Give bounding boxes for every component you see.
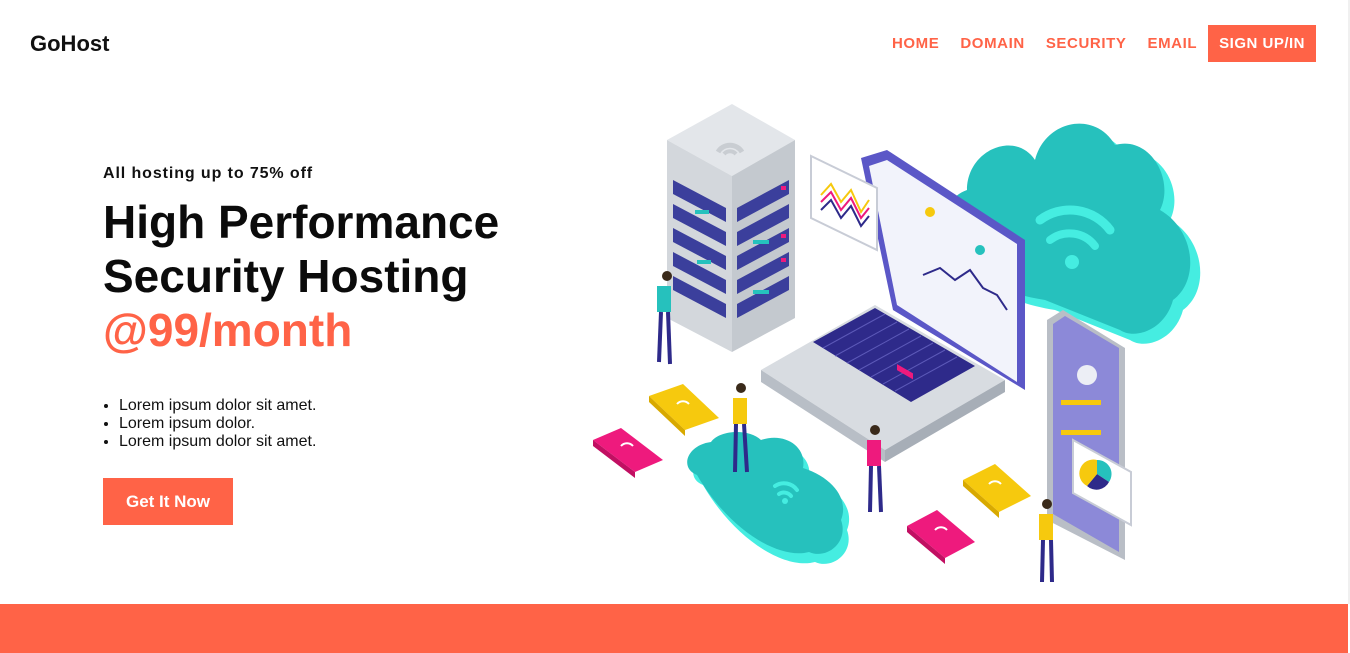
nav-email-link[interactable]: EMAIL — [1147, 35, 1197, 52]
hosting-illustration — [593, 104, 1201, 583]
server-rack-icon — [667, 104, 795, 352]
headline-price: @99/month — [103, 304, 353, 356]
headline-line-1: High Performance — [103, 196, 500, 248]
list-item: Lorem ipsum dolor sit amet. — [119, 397, 563, 415]
list-item: Lorem ipsum dolor sit amet. — [119, 433, 563, 451]
list-item: Lorem ipsum dolor. — [119, 415, 563, 433]
hero-eyebrow: All hosting up to 75% off — [103, 165, 314, 182]
top-navbar: GoHost HOME DOMAIN SECURITY EMAIL SIGN U… — [0, 0, 1348, 88]
nav-security-link[interactable]: SECURITY — [1046, 35, 1127, 52]
footer-band — [0, 604, 1348, 653]
nav-domain-link[interactable]: DOMAIN — [960, 35, 1024, 52]
headline-line-2: Security Hosting — [103, 250, 469, 302]
phone-icon — [1047, 310, 1132, 560]
brand-logo[interactable]: GoHost — [30, 31, 109, 57]
feature-list: Lorem ipsum dolor sit amet. Lorem ipsum … — [103, 397, 563, 451]
small-cloud-icon — [687, 431, 850, 564]
nav-home-link[interactable]: HOME — [892, 35, 939, 52]
signup-signin-button[interactable]: SIGN UP/IN — [1208, 25, 1316, 62]
hero-copy: All hosting up to 75% off High Performan… — [103, 165, 563, 451]
get-it-now-button[interactable]: Get It Now — [103, 478, 233, 525]
nav-menu: HOME DOMAIN SECURITY EMAIL SIGN UP/IN — [871, 25, 1316, 62]
hero-headline: High Performance Security Hosting @99/mo… — [103, 195, 563, 357]
